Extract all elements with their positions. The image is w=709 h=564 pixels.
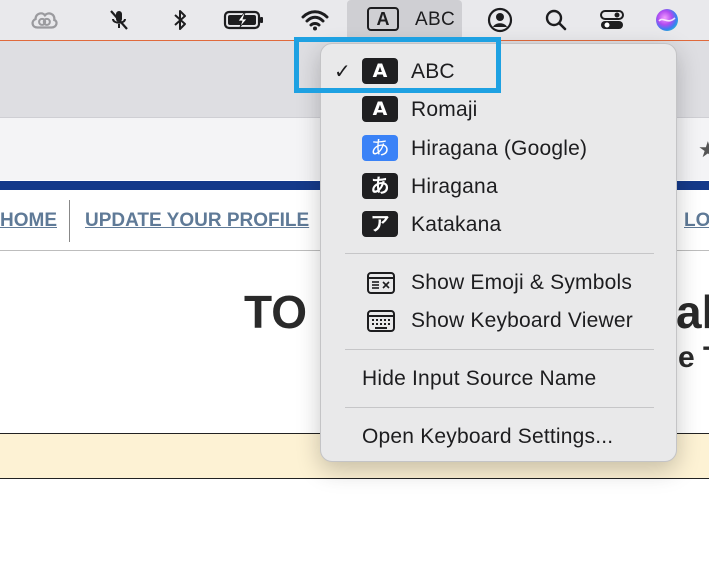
emoji-symbols-icon	[367, 272, 395, 299]
page-subtitle-right: e T	[678, 341, 709, 374]
creative-cloud-icon[interactable]	[29, 6, 59, 34]
romaji-badge-icon: A	[362, 96, 398, 122]
hiragana-badge-icon: あ	[362, 173, 398, 199]
battery-charging-icon[interactable]	[222, 6, 266, 34]
menu-item-romaji[interactable]: A Romaji	[321, 91, 676, 129]
input-source-label: ABC	[415, 9, 455, 30]
spotlight-search-icon[interactable]	[541, 6, 571, 34]
page-title-left: TO	[244, 286, 308, 338]
bluetooth-icon[interactable]	[165, 6, 195, 34]
katakana-badge-icon: ア	[362, 211, 398, 237]
microphone-muted-icon[interactable]	[104, 6, 134, 34]
menu-item-label: Show Emoji & Symbols	[411, 271, 633, 294]
menu-item-label: Katakana	[411, 213, 502, 236]
menu-item-label: Hiragana (Google)	[411, 137, 588, 160]
menu-item-label: Show Keyboard Viewer	[411, 309, 633, 332]
menu-item-hide-input-source-name[interactable]: Hide Input Source Name	[321, 360, 676, 398]
menu-item-open-keyboard-settings[interactable]: Open Keyboard Settings...	[321, 418, 676, 456]
nav-link-right[interactable]: LO	[684, 210, 709, 232]
page-title-right: ali	[676, 286, 709, 338]
keyboard-icon	[367, 310, 395, 337]
menu-item-hiragana[interactable]: あ Hiragana	[321, 168, 676, 206]
menu-divider	[345, 253, 654, 254]
wifi-icon[interactable]	[300, 6, 330, 34]
nav-divider	[69, 200, 70, 242]
menu-item-katakana[interactable]: ア Katakana	[321, 206, 676, 244]
menu-item-show-emoji-symbols[interactable]: Show Emoji & Symbols	[321, 264, 676, 302]
nav-link-update-profile[interactable]: UPDATE YOUR PROFILE	[85, 210, 309, 232]
user-account-icon[interactable]	[485, 6, 515, 34]
hiragana-google-badge-icon: あ	[362, 135, 398, 161]
menu-item-label: Romaji	[411, 98, 478, 121]
screen: ★ HOME UPDATE YOUR PROFILE LO TO ali e T	[0, 0, 709, 564]
nav-link-home[interactable]: HOME	[0, 210, 57, 232]
bookmark-star-icon[interactable]: ★	[698, 137, 709, 163]
siri-icon[interactable]	[652, 6, 682, 34]
menu-item-label: Hide Input Source Name	[362, 367, 597, 390]
input-source-glyph: A	[367, 7, 399, 31]
input-source-menu-button[interactable]: A ABC	[347, 0, 462, 40]
menu-item-hiragana-google[interactable]: あ Hiragana (Google)	[321, 130, 676, 168]
control-center-icon[interactable]	[597, 6, 627, 34]
menu-item-label: Open Keyboard Settings...	[362, 425, 614, 448]
menu-item-show-keyboard-viewer[interactable]: Show Keyboard Viewer	[321, 302, 676, 340]
highlight-box	[294, 37, 501, 93]
input-source-dropdown-menu: ✓ A ABC A Romaji あ Hiragana (Google) あ H…	[320, 43, 677, 462]
menu-divider	[345, 349, 654, 350]
menu-item-label: Hiragana	[411, 175, 498, 198]
menu-bar: A ABC	[0, 0, 709, 41]
menu-divider	[345, 407, 654, 408]
